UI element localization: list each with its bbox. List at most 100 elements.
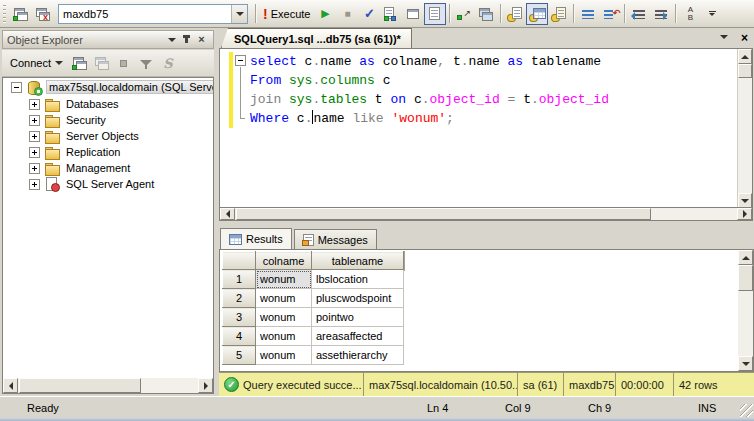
oe-script-button[interactable]: S	[158, 53, 178, 73]
row-header-3[interactable]: 3	[223, 308, 256, 327]
object-explorer-hscrollbar[interactable]	[2, 378, 214, 394]
grid-cell[interactable]: pointwo	[312, 308, 404, 327]
increase-indent-button[interactable]	[650, 3, 672, 25]
scroll-thumb[interactable]	[738, 64, 752, 78]
query-window: SQLQuery1.sql ...db75 (sa (61))* × selec…	[215, 28, 754, 396]
scroll-left-button[interactable]	[220, 208, 235, 220]
editor-results-splitter[interactable]	[215, 221, 754, 228]
grid-cell[interactable]: pluscwodspoint	[312, 289, 404, 308]
grid-cell[interactable]: wonum	[256, 270, 312, 289]
scroll-thumb[interactable]	[19, 378, 141, 393]
stop-button[interactable]: ■	[336, 3, 358, 25]
query-status-duration: 00:00:00	[616, 373, 674, 396]
grid-cell[interactable]: assethierarchy	[312, 346, 404, 365]
results-to-text-button[interactable]	[504, 3, 526, 25]
results-tab[interactable]: Results	[220, 228, 292, 249]
grid-cell[interactable]: wonum	[256, 346, 312, 365]
success-check-icon: ✓	[224, 377, 239, 392]
grid-cell[interactable]: wonum	[256, 327, 312, 346]
tree-item-management[interactable]: Management	[3, 160, 213, 176]
results-vscrollbar[interactable]	[738, 250, 753, 371]
scroll-down-button[interactable]	[738, 193, 752, 208]
change-connection-button[interactable]	[10, 3, 32, 25]
editor-vscrollbar[interactable]	[737, 49, 752, 208]
database-combobox[interactable]: maxdb75	[58, 4, 248, 24]
window-position-button[interactable]	[164, 33, 179, 47]
oe-disconnect-icon-button[interactable]	[92, 53, 112, 73]
tree-item-replication[interactable]: Replication	[3, 144, 213, 160]
row-header-1[interactable]: 1	[223, 270, 256, 289]
scroll-thumb[interactable]	[738, 265, 753, 291]
tree-item-server[interactable]: max75sql.localdomain (SQL Server	[3, 78, 213, 96]
grid-cell[interactable]: wonum	[256, 289, 312, 308]
results-to-file-button[interactable]	[548, 3, 570, 25]
toolbar-grip[interactable]	[3, 5, 6, 23]
close-panel-button[interactable]: ×	[194, 33, 209, 47]
auto-hide-pin-button[interactable]	[179, 33, 194, 47]
collapse-icon[interactable]	[11, 82, 22, 93]
active-files-dropdown[interactable]	[720, 35, 728, 39]
scroll-thumb[interactable]	[236, 208, 651, 220]
server-icon	[26, 80, 42, 94]
scroll-up-button[interactable]	[738, 49, 752, 64]
toolbar-overflow-button[interactable]	[701, 3, 723, 25]
scroll-right-button[interactable]	[737, 208, 752, 220]
column-header-colname[interactable]: colname	[256, 252, 312, 270]
oe-stop-button[interactable]	[114, 53, 134, 73]
intellisense-toggle-button[interactable]	[424, 3, 446, 25]
code-line-3[interactable]: join sys.tables t on c.object_id = t.obj…	[220, 90, 736, 109]
grid-cell[interactable]: areasaffected	[312, 327, 404, 346]
scroll-left-button[interactable]	[3, 378, 18, 393]
scroll-up-button[interactable]	[738, 250, 753, 265]
grid-cell[interactable]: wonum	[256, 308, 312, 327]
grid-cell[interactable]: lbslocation	[312, 270, 404, 289]
messages-tab[interactable]: Messages	[294, 229, 377, 249]
debug-button[interactable]: ▶	[314, 3, 336, 25]
include-client-statistics-button[interactable]	[475, 3, 497, 25]
query-document-tab[interactable]: SQLQuery1.sql ...db75 (sa (61))*	[221, 28, 412, 48]
database-dropdown-button[interactable]	[231, 5, 247, 23]
expand-icon[interactable]	[29, 147, 40, 158]
parse-button[interactable]: ✓	[358, 3, 380, 25]
tree-item-security[interactable]: Security	[3, 112, 213, 128]
row-header-2[interactable]: 2	[223, 289, 256, 308]
execute-button[interactable]: ! Execute	[259, 3, 314, 25]
resize-grip[interactable]	[740, 404, 753, 417]
expand-icon[interactable]	[29, 131, 40, 142]
expand-icon[interactable]	[29, 179, 40, 190]
collapse-region-icon[interactable]	[235, 55, 246, 66]
tree-item-label: Server Objects	[64, 130, 141, 142]
tree-item-sql-server-agent[interactable]: SQL Server Agent	[3, 176, 213, 192]
code-line-1[interactable]: select c.name as colname, t.name as tabl…	[220, 52, 736, 71]
disconnect-button[interactable]: x	[32, 3, 54, 25]
oe-filter-button[interactable]	[136, 53, 156, 73]
oe-connect-icon-button[interactable]	[70, 53, 90, 73]
uncomment-button[interactable]: ↶	[599, 3, 621, 25]
results-grid-icon	[229, 234, 242, 245]
column-header-tablename[interactable]: tablename	[312, 252, 404, 270]
comment-button[interactable]	[577, 3, 599, 25]
scroll-down-button[interactable]	[738, 356, 753, 371]
sql-editor[interactable]: select c.name as colname, t.name as tabl…	[219, 48, 753, 207]
tree-item-databases[interactable]: Databases	[3, 96, 213, 112]
grid-corner-cell[interactable]	[223, 252, 256, 270]
code-line-2[interactable]: From sys.columns c	[220, 71, 736, 90]
tree-item-server-objects[interactable]: Server Objects	[3, 128, 213, 144]
results-to-grid-button[interactable]	[526, 3, 548, 25]
code-line-4[interactable]: Where c.name like 'wonum';	[220, 109, 736, 128]
connect-button[interactable]: Connect	[5, 55, 68, 71]
row-header-4[interactable]: 4	[223, 327, 256, 346]
close-document-button[interactable]: ×	[741, 31, 748, 45]
expand-icon[interactable]	[29, 115, 40, 126]
code-area[interactable]: select c.name as colname, t.name as tabl…	[220, 52, 736, 128]
row-header-5[interactable]: 5	[223, 346, 256, 365]
sort-button[interactable]: AB	[679, 3, 701, 25]
expand-icon[interactable]	[29, 163, 40, 174]
editor-hscrollbar[interactable]	[219, 207, 753, 221]
expand-icon[interactable]	[29, 99, 40, 110]
estimated-plan-button[interactable]	[380, 3, 402, 25]
specify-template-values-button[interactable]: ↗	[453, 3, 475, 25]
decrease-indent-button[interactable]	[628, 3, 650, 25]
scroll-right-button[interactable]	[198, 378, 213, 393]
query-options-button[interactable]	[402, 3, 424, 25]
